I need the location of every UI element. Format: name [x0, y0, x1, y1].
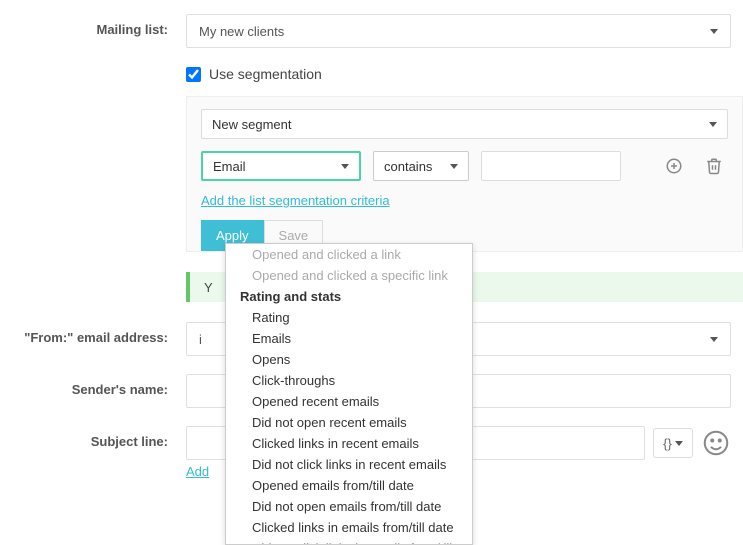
mailing-list-value: My new clients: [199, 24, 284, 39]
subject-line-label: Subject line:: [0, 426, 186, 449]
dropdown-item[interactable]: Did not open emails from/till date: [226, 496, 472, 517]
mailing-list-select[interactable]: My new clients: [186, 14, 731, 48]
dropdown-item-disabled: Opened and clicked a specific link: [226, 265, 472, 286]
braces-icon: {}: [663, 436, 672, 451]
chevron-down-icon: [710, 337, 718, 342]
mailing-list-label: Mailing list:: [0, 14, 186, 37]
dropdown-item[interactable]: Did not click links in emails from/till …: [226, 538, 472, 544]
from-email-label: "From:" email address:: [0, 322, 186, 345]
chevron-down-icon: [341, 164, 349, 169]
use-segmentation-checkbox[interactable]: [186, 67, 201, 82]
delete-segment-button[interactable]: [700, 152, 728, 180]
dropdown-group-rating: Rating and stats: [226, 286, 472, 307]
dropdown-item[interactable]: Clicked links in emails from/till date: [226, 517, 472, 538]
plus-circle-icon: [665, 157, 683, 175]
dropdown-item[interactable]: Opened recent emails: [226, 391, 472, 412]
dropdown-item[interactable]: Rating: [226, 307, 472, 328]
segment-name-value: New segment: [212, 117, 291, 132]
from-email-value: i: [199, 332, 202, 347]
dropdown-item[interactable]: Emails: [226, 328, 472, 349]
segment-field-select[interactable]: Email: [201, 151, 361, 181]
segmentation-panel: New segment Email contains Add the list …: [186, 96, 743, 252]
dropdown-item-disabled: Opened and clicked a link: [226, 244, 472, 265]
add-criteria-link[interactable]: Add the list segmentation criteria: [201, 193, 390, 208]
emoji-button[interactable]: [701, 428, 731, 458]
dropdown-item[interactable]: Click-throughs: [226, 370, 472, 391]
dropdown-item[interactable]: Did not click links in recent emails: [226, 454, 472, 475]
dropdown-item[interactable]: Opened emails from/till date: [226, 475, 472, 496]
chevron-down-icon: [450, 164, 458, 169]
segment-field-value: Email: [213, 159, 246, 174]
field-dropdown-list[interactable]: Opened and clicked a link Opened and cli…: [226, 244, 472, 544]
chevron-down-icon: [709, 122, 717, 127]
variables-button[interactable]: {}: [653, 428, 693, 458]
sender-name-label: Sender's name:: [0, 374, 186, 397]
smiley-icon: [701, 428, 731, 458]
segment-value-input[interactable]: [481, 151, 621, 181]
add-segment-button[interactable]: [660, 152, 688, 180]
segment-name-select[interactable]: New segment: [201, 109, 728, 139]
segment-operator-value: contains: [384, 159, 432, 174]
success-text: Y: [204, 280, 213, 295]
field-dropdown-popup: Opened and clicked a link Opened and cli…: [225, 243, 473, 545]
dropdown-item[interactable]: Opens: [226, 349, 472, 370]
trash-icon: [705, 157, 723, 175]
chevron-down-icon: [675, 441, 683, 446]
dropdown-item[interactable]: Did not open recent emails: [226, 412, 472, 433]
segment-operator-select[interactable]: contains: [373, 151, 469, 181]
chevron-down-icon: [710, 29, 718, 34]
dropdown-item[interactable]: Clicked links in recent emails: [226, 433, 472, 454]
use-segmentation-label: Use segmentation: [209, 66, 322, 82]
